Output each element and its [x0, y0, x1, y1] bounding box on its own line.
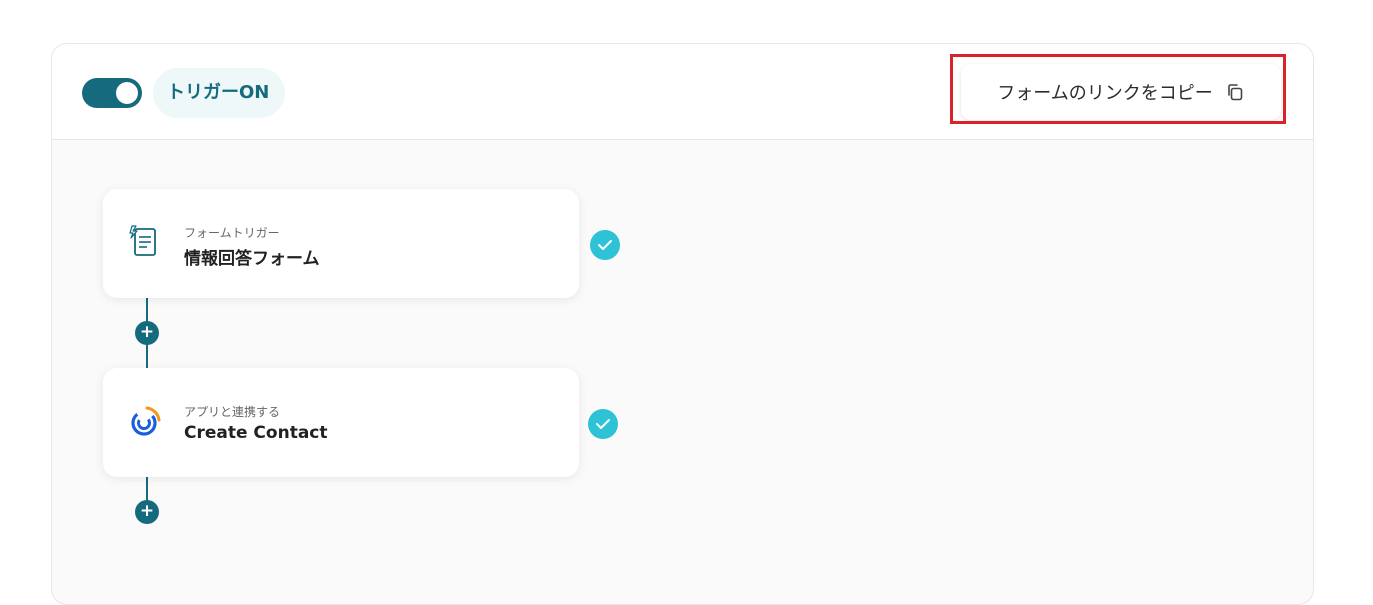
flow-step-card[interactable]: フォームトリガー 情報回答フォーム: [103, 189, 579, 298]
toggle-knob: [116, 82, 138, 104]
step-complete-check-icon: [588, 409, 618, 439]
constant-contact-logo: [131, 406, 161, 436]
form-icon: [129, 225, 156, 256]
trigger-status-badge: トリガーON: [153, 68, 286, 118]
add-step-button[interactable]: +: [135, 321, 159, 345]
step-subtitle: フォームトリガー: [184, 226, 280, 240]
step-title: Create Contact: [184, 423, 328, 443]
step-complete-check-icon: [590, 230, 620, 260]
flow-header: トリガーON フォームのリンクをコピー: [52, 44, 1313, 140]
step-title: 情報回答フォーム: [184, 249, 320, 269]
add-step-button[interactable]: +: [135, 500, 159, 524]
trigger-toggle[interactable]: [82, 78, 142, 108]
step-subtitle: アプリと連携する: [184, 405, 281, 419]
highlight-annotation-box: [950, 54, 1286, 124]
flow-step-card[interactable]: アプリと連携する Create Contact: [103, 368, 579, 477]
flow-panel: トリガーON フォームのリンクをコピー フォームトリガー 情報回答フォーム +: [51, 43, 1314, 605]
